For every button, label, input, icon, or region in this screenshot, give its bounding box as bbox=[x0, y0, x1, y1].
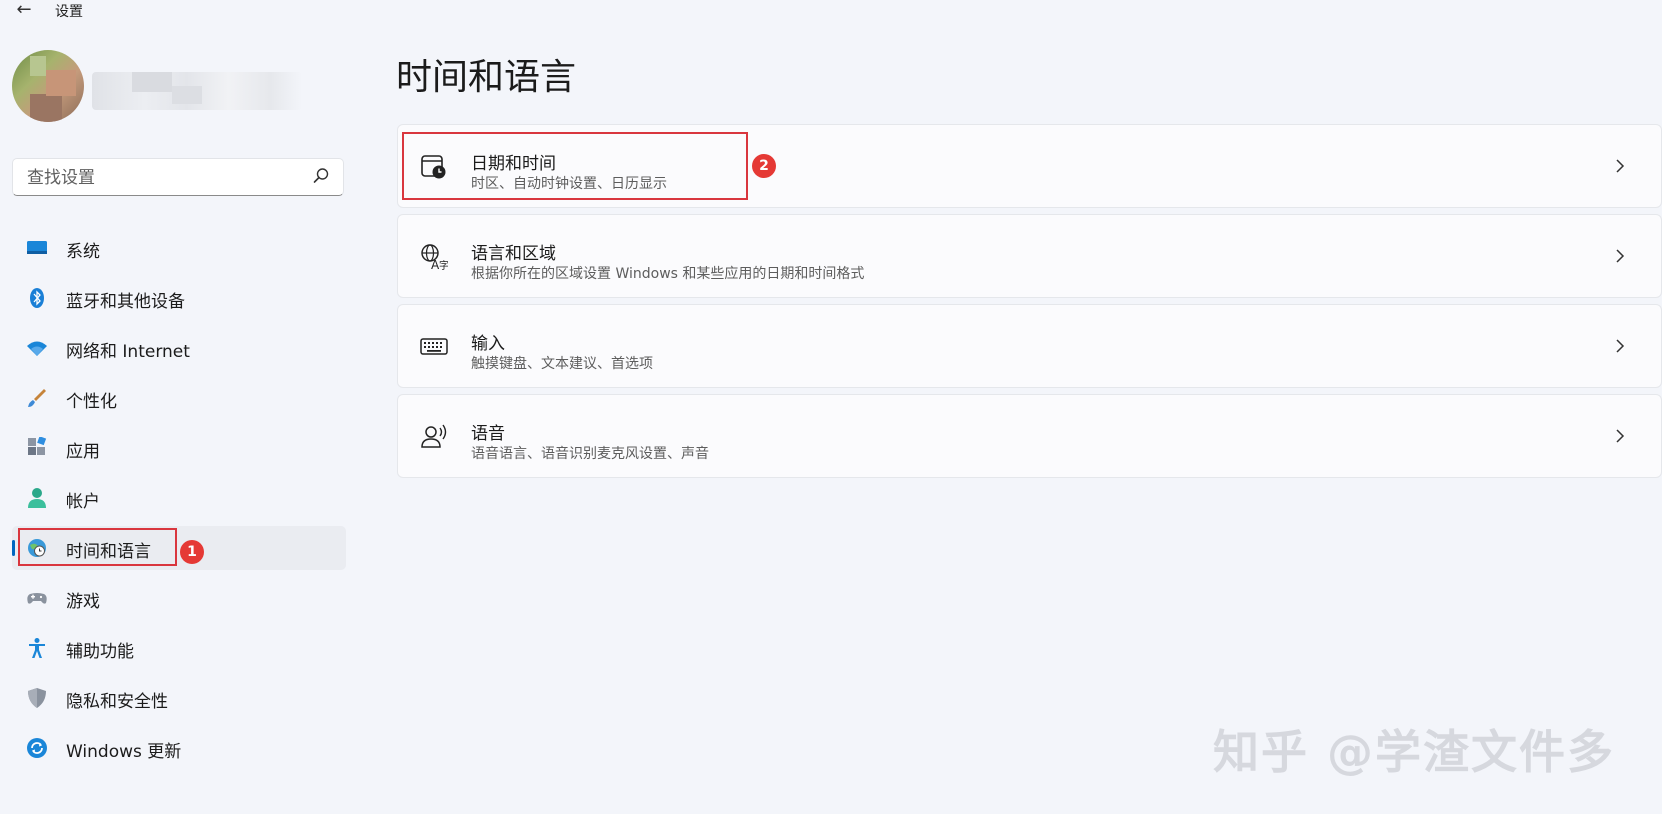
sidebar-item-system[interactable]: 系统 bbox=[12, 226, 346, 270]
person-icon bbox=[28, 488, 46, 508]
account-name-blurred bbox=[92, 72, 302, 110]
card-subtitle: 语音语言、语音识别麦克风设置、声音 bbox=[471, 446, 709, 462]
keyboard-icon bbox=[420, 338, 448, 355]
title-bar: ← 设置 bbox=[0, 0, 400, 24]
language-icon: A 字 bbox=[421, 244, 448, 271]
sidebar-item-privacy[interactable]: 隐私和安全性 bbox=[12, 676, 346, 720]
sidebar-item-label: 应用 bbox=[66, 442, 100, 462]
card-title: 输入 bbox=[471, 334, 505, 354]
sidebar-item-network[interactable]: 网络和 Internet bbox=[12, 326, 346, 370]
brush-icon bbox=[28, 389, 46, 407]
app-title: 设置 bbox=[55, 4, 83, 20]
apps-icon bbox=[28, 437, 47, 455]
card-subtitle: 触摸键盘、文本建议、首选项 bbox=[471, 356, 653, 372]
chevron-right-icon bbox=[1616, 249, 1625, 263]
sidebar-item-label: 隐私和安全性 bbox=[66, 692, 168, 712]
update-icon bbox=[27, 738, 47, 758]
highlight-box-date-time bbox=[402, 132, 748, 200]
page-title: 时间和语言 bbox=[396, 57, 577, 98]
sidebar-item-accounts[interactable]: 帐户 bbox=[12, 476, 346, 520]
highlight-box-sidebar bbox=[18, 528, 177, 566]
gamepad-icon bbox=[27, 593, 47, 604]
sidebar-item-label: Windows 更新 bbox=[66, 742, 182, 762]
settings-window: ← 设置 系统 蓝牙和其他设备 bbox=[0, 0, 1662, 814]
search-box[interactable] bbox=[12, 158, 344, 197]
card-title: 语音 bbox=[471, 424, 505, 444]
card-title: 语言和区域 bbox=[471, 244, 556, 264]
card-speech[interactable]: 语音 语音语言、语音识别麦克风设置、声音 bbox=[397, 394, 1662, 478]
sidebar-item-gaming[interactable]: 游戏 bbox=[12, 576, 346, 620]
active-indicator bbox=[12, 540, 15, 556]
sidebar-item-label: 系统 bbox=[66, 242, 100, 262]
svg-text:字: 字 bbox=[439, 259, 448, 271]
watermark: 知乎 @学渣文件多 bbox=[1213, 725, 1616, 779]
shield-icon bbox=[28, 688, 46, 708]
search-input[interactable] bbox=[25, 159, 309, 197]
sidebar-item-label: 个性化 bbox=[66, 392, 117, 412]
sidebar-item-label: 帐户 bbox=[66, 492, 100, 512]
card-typing[interactable]: 输入 触摸键盘、文本建议、首选项 bbox=[397, 304, 1662, 388]
speech-icon bbox=[421, 424, 447, 448]
avatar[interactable] bbox=[12, 50, 84, 122]
sidebar-item-accessibility[interactable]: 辅助功能 bbox=[12, 626, 346, 670]
card-subtitle: 根据你所在的区域设置 Windows 和某些应用的日期和时间格式 bbox=[471, 266, 865, 282]
bluetooth-icon bbox=[30, 288, 44, 308]
sidebar-item-label: 游戏 bbox=[66, 592, 100, 612]
card-language-region[interactable]: A 字 语言和区域 根据你所在的区域设置 Windows 和某些应用的日期和时间… bbox=[397, 214, 1662, 298]
arrow-left-icon: ← bbox=[16, 0, 32, 20]
sidebar-nav: 系统 蓝牙和其他设备 网络和 Internet 个性化 应用 帐户 时间和语言 … bbox=[12, 226, 346, 776]
step-badge-2: 2 bbox=[752, 154, 776, 178]
sidebar-item-apps[interactable]: 应用 bbox=[12, 426, 346, 470]
step-badge-1: 1 bbox=[180, 540, 204, 564]
sidebar-item-label: 网络和 Internet bbox=[66, 342, 190, 362]
chevron-right-icon bbox=[1616, 159, 1625, 173]
back-button[interactable]: ← bbox=[12, 0, 36, 22]
chevron-right-icon bbox=[1616, 339, 1625, 353]
chevron-right-icon bbox=[1616, 429, 1625, 443]
sidebar-item-bluetooth[interactable]: 蓝牙和其他设备 bbox=[12, 276, 346, 320]
sidebar-item-personalization[interactable]: 个性化 bbox=[12, 376, 346, 420]
accessibility-icon bbox=[29, 638, 45, 658]
wifi-icon bbox=[27, 341, 47, 356]
search-icon[interactable] bbox=[311, 166, 331, 186]
monitor-icon bbox=[27, 241, 47, 254]
sidebar-item-windows-update[interactable]: Windows 更新 bbox=[12, 726, 346, 770]
sidebar-item-label: 辅助功能 bbox=[66, 642, 134, 662]
sidebar-item-label: 蓝牙和其他设备 bbox=[66, 292, 185, 312]
